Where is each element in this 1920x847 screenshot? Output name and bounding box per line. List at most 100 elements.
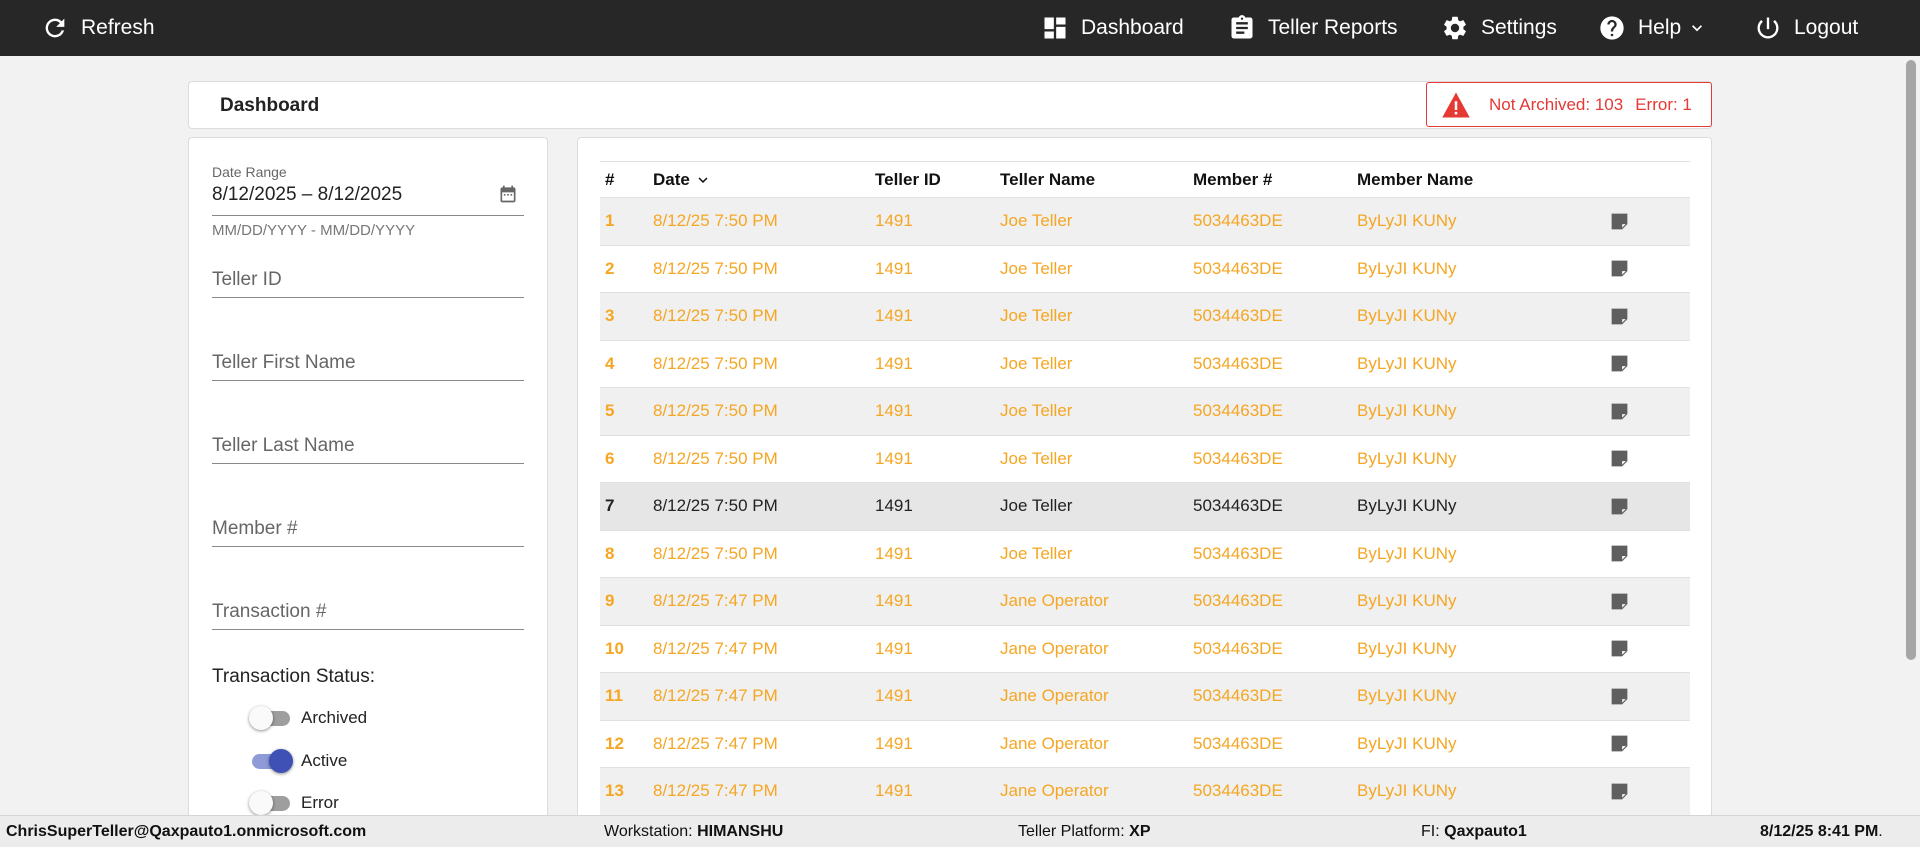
member-number-input[interactable]: Member # [212,497,524,547]
toggle-error-label: Error [301,793,339,812]
row-teller-name: Jane Operator [1000,733,1109,753]
note-icon[interactable] [1609,781,1630,802]
note-icon[interactable] [1609,401,1630,422]
row-teller-name: Joe Teller [1000,353,1073,373]
teller-last-name-input[interactable]: Teller Last Name [212,414,524,464]
note-icon[interactable] [1609,591,1630,612]
note-icon[interactable] [1609,543,1630,564]
toggle-active[interactable] [249,748,293,774]
row-date: 8/12/25 7:50 PM [653,211,778,231]
refresh-icon [45,18,65,38]
page-scrollbar-thumb[interactable] [1906,60,1916,660]
table-row[interactable]: 9 8/12/25 7:47 PM 1491 Jane Operator 5034463… [600,578,1690,626]
note-icon[interactable] [1609,496,1630,517]
row-member-name: ByLyJI KUNy [1357,211,1457,231]
row-note-button[interactable] [1609,341,1630,388]
row-note-button[interactable] [1609,531,1630,578]
table-row[interactable]: 11 8/12/25 7:47 PM 1491 Jane Operator 503446… [600,673,1690,721]
row-note-button[interactable] [1609,436,1630,483]
workstation-label: Workstation: [604,823,693,840]
row-teller-id: 1491 [875,448,913,468]
toggle-archived[interactable] [249,705,293,731]
col-header-date[interactable]: Date [653,162,712,197]
row-number: 6 [605,448,615,468]
note-icon[interactable] [1609,638,1630,659]
datetime-info: 8/12/25 8:41 PM. [1760,816,1883,847]
table-row[interactable]: 12 8/12/25 7:47 PM 1491 Jane Operator 503446… [600,721,1690,768]
refresh-button[interactable]: Refresh [41,0,155,56]
nav-help[interactable]: Help [1598,0,1707,56]
row-note-button[interactable] [1609,293,1630,340]
platform-label: Teller Platform: [1018,823,1125,840]
transactions-table: # Date Teller ID Teller Name Member # Me… [600,161,1690,816]
table-row[interactable]: 4 8/12/25 7:50 PM 1491 Joe Teller 5034463DE B… [600,341,1690,388]
row-number: 12 [605,733,624,753]
note-icon[interactable] [1609,448,1630,469]
row-note-button[interactable] [1609,198,1630,245]
table-row[interactable]: 1 8/12/25 7:50 PM 1491 Joe Teller 5034463DE B… [600,198,1690,246]
row-member-number: 5034463DE [1193,781,1283,801]
table-row[interactable]: 8 8/12/25 7:50 PM 1491 Joe Teller 5034463DE B… [600,531,1690,578]
row-teller-name: Joe Teller [1000,496,1073,516]
row-note-button[interactable] [1609,246,1630,293]
table-row[interactable]: 7 8/12/25 7:50 PM 1491 Joe Teller 5034463DE B… [600,483,1690,531]
table-row[interactable]: 3 8/12/25 7:50 PM 1491 Joe Teller 5034463DE B… [600,293,1690,341]
row-member-name: ByLyJI KUNy [1357,306,1457,326]
calendar-icon[interactable] [498,184,518,204]
row-member-name: ByLyJI KUNy [1357,401,1457,421]
row-number: 5 [605,401,615,421]
row-number: 3 [605,306,615,326]
row-teller-name: Joe Teller [1000,448,1073,468]
nav-teller-reports[interactable]: Teller Reports [1228,0,1398,56]
row-date: 8/12/25 7:50 PM [653,401,778,421]
nav-dashboard[interactable]: Dashboard [1041,0,1184,56]
col-header-teller-name: Teller Name [1000,169,1096,189]
row-teller-name: Joe Teller [1000,543,1073,563]
nav-settings[interactable]: Settings [1441,0,1557,56]
row-note-button[interactable] [1609,721,1630,768]
table-row[interactable]: 5 8/12/25 7:50 PM 1491 Joe Teller 5034463DE B… [600,388,1690,436]
note-icon[interactable] [1609,733,1630,754]
note-icon[interactable] [1609,686,1630,707]
row-note-button[interactable] [1609,626,1630,673]
table-row[interactable]: 2 8/12/25 7:50 PM 1491 Joe Teller 5034463DE B… [600,246,1690,293]
row-note-button[interactable] [1609,768,1630,815]
current-datetime: 8/12/25 8:41 PM [1760,823,1879,840]
row-note-button[interactable] [1609,388,1630,435]
nav-dashboard-label: Dashboard [1081,16,1184,39]
row-member-number: 5034463DE [1193,401,1283,421]
row-number: 9 [605,591,615,611]
table-row[interactable]: 6 8/12/25 7:50 PM 1491 Joe Teller 5034463DE B… [600,436,1690,483]
row-note-button[interactable] [1609,483,1630,530]
teller-id-input[interactable]: Teller ID [212,248,524,298]
date-range-input[interactable]: 8/12/2025 – 8/12/2025 [212,138,524,216]
status-alert-badge[interactable]: Not Archived: 103 Error: 1 [1426,82,1712,127]
note-icon[interactable] [1609,258,1630,279]
row-member-number: 5034463DE [1193,686,1283,706]
toggle-error[interactable] [249,790,293,816]
note-icon[interactable] [1609,211,1630,232]
datetime-suffix: . [1878,823,1883,840]
teller-id-placeholder: Teller ID [212,269,282,290]
sort-down-icon[interactable] [694,171,712,189]
row-note-button[interactable] [1609,673,1630,720]
platform-value: XP [1129,823,1151,840]
row-member-name: ByLyJI KUNy [1357,686,1457,706]
teller-first-name-input[interactable]: Teller First Name [212,331,524,381]
note-icon[interactable] [1609,353,1630,374]
table-row[interactable]: 10 8/12/25 7:47 PM 1491 Jane Operator 503446… [600,626,1690,673]
toggle-archived-row: Archived [249,705,367,731]
col-header-number: # [605,169,615,189]
row-teller-name: Jane Operator [1000,781,1109,801]
note-icon[interactable] [1609,306,1630,327]
refresh-label: Refresh [81,16,155,39]
logout-button[interactable]: Logout [1754,0,1858,56]
row-member-number: 5034463DE [1193,211,1283,231]
transaction-number-input[interactable]: Transaction # [212,580,524,630]
row-teller-id: 1491 [875,496,913,516]
power-icon [1757,17,1779,39]
row-note-button[interactable] [1609,578,1630,625]
row-member-number: 5034463DE [1193,591,1283,611]
table-row[interactable]: 13 8/12/25 7:47 PM 1491 Jane Operator 503446… [600,768,1690,816]
toggle-error-row: Error [249,790,339,816]
